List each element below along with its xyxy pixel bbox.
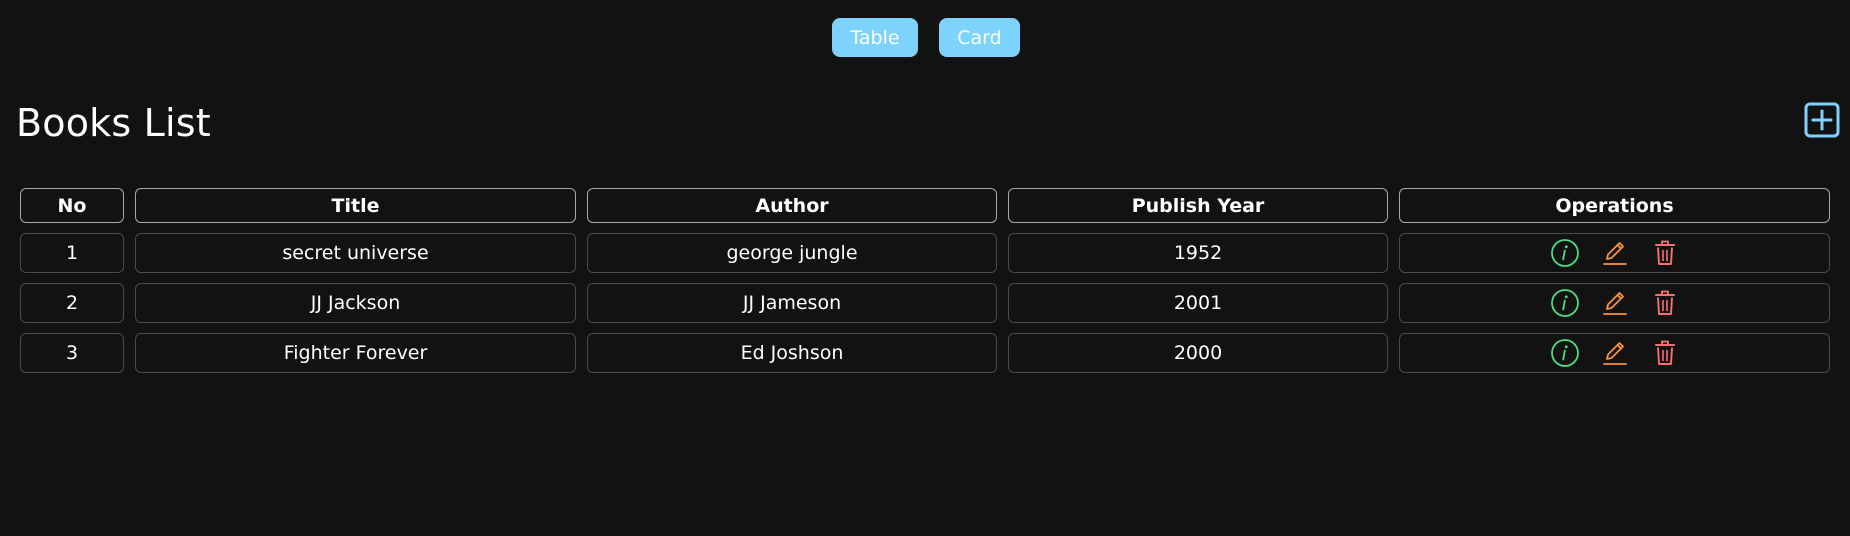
cell-operations — [1399, 283, 1830, 323]
cell-operations — [1399, 333, 1830, 373]
plus-square-icon — [1804, 102, 1840, 138]
cell-no: 3 — [20, 333, 124, 373]
cell-publish-year: 1952 — [1008, 233, 1388, 273]
info-circle-icon[interactable] — [1550, 288, 1580, 318]
cell-no: 1 — [20, 233, 124, 273]
trash-icon[interactable] — [1650, 238, 1680, 268]
cell-publish-year: 2001 — [1008, 283, 1388, 323]
trash-icon[interactable] — [1650, 288, 1680, 318]
table-row: 3 Fighter Forever Ed Joshson 2000 — [20, 333, 1830, 373]
cell-no: 2 — [20, 283, 124, 323]
header-operations: Operations — [1399, 188, 1830, 223]
pencil-icon[interactable] — [1600, 338, 1630, 368]
pencil-icon[interactable] — [1600, 238, 1630, 268]
header-no: No — [20, 188, 124, 223]
cell-author: Ed Joshson — [587, 333, 997, 373]
card-view-button[interactable]: Card — [939, 18, 1020, 57]
table-header-row: No Title Author Publish Year Operations — [20, 188, 1830, 223]
table-row: 2 JJ Jackson JJ Jameson 2001 — [20, 283, 1830, 323]
cell-author: JJ Jameson — [587, 283, 997, 323]
info-circle-icon[interactable] — [1550, 238, 1580, 268]
cell-publish-year: 2000 — [1008, 333, 1388, 373]
cell-title: Fighter Forever — [135, 333, 576, 373]
table-row: 1 secret universe george jungle 1952 — [20, 233, 1830, 273]
header-title: Title — [135, 188, 576, 223]
trash-icon[interactable] — [1650, 338, 1680, 368]
table-view-button[interactable]: Table — [832, 18, 918, 57]
pencil-icon[interactable] — [1600, 288, 1630, 318]
cell-author: george jungle — [587, 233, 997, 273]
header-author: Author — [587, 188, 997, 223]
cell-operations — [1399, 233, 1830, 273]
view-toggle: Table Card — [0, 18, 1850, 57]
header-publish-year: Publish Year — [1008, 188, 1388, 223]
cell-title: JJ Jackson — [135, 283, 576, 323]
books-table: No Title Author Publish Year Operations … — [9, 178, 1841, 383]
page-title: Books List — [16, 101, 211, 145]
cell-title: secret universe — [135, 233, 576, 273]
info-circle-icon[interactable] — [1550, 338, 1580, 368]
add-book-button[interactable] — [1804, 102, 1840, 138]
